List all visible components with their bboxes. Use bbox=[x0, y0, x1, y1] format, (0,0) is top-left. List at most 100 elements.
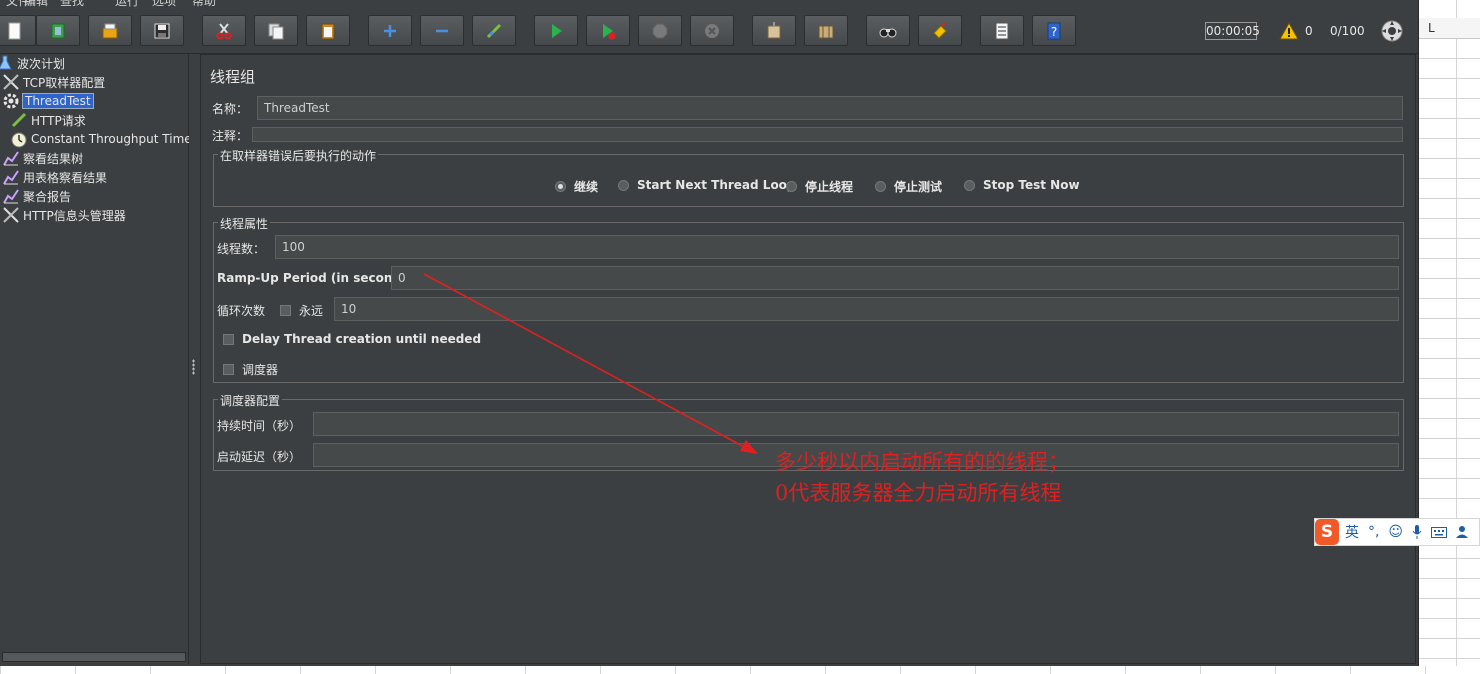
scheduler-checkbox[interactable]: 调度器 bbox=[223, 361, 278, 378]
elapsed-timer: 00:00:05 bbox=[1205, 22, 1260, 40]
microphone-icon[interactable] bbox=[1412, 525, 1422, 539]
spreadsheet-background bbox=[1418, 0, 1480, 674]
radio-stop-test-now[interactable]: Stop Test Now bbox=[964, 178, 1080, 192]
tree-item-header-manager[interactable]: HTTP信息头管理器 bbox=[2, 206, 126, 224]
tree-item-view-results-table[interactable]: 用表格察看结果 bbox=[2, 168, 107, 186]
play-icon bbox=[552, 23, 562, 38]
comment-label: 注释： bbox=[212, 129, 249, 143]
loop-label: 循环次数 bbox=[217, 304, 266, 318]
paste-button[interactable] bbox=[306, 15, 350, 46]
radio-dot bbox=[964, 179, 975, 191]
user-settings-icon[interactable] bbox=[1456, 525, 1470, 539]
config-tool-icon bbox=[2, 73, 20, 91]
templates-button[interactable] bbox=[36, 15, 80, 46]
listener-icon bbox=[2, 168, 20, 186]
save-button[interactable] bbox=[140, 15, 184, 46]
clear-button[interactable] bbox=[752, 15, 796, 46]
tree-item-label: 聚合报告 bbox=[23, 189, 72, 204]
plus-icon bbox=[384, 24, 396, 37]
rampup-input[interactable] bbox=[391, 266, 1399, 290]
paste-icon bbox=[321, 23, 335, 39]
tree-item-label: 察看结果树 bbox=[23, 151, 84, 166]
tree-item-test-plan[interactable]: 波次计划 bbox=[0, 54, 65, 72]
ime-mode[interactable]: 英 bbox=[1345, 522, 1359, 542]
timer-icon bbox=[10, 130, 28, 148]
warning-icon bbox=[1279, 22, 1299, 40]
punctuation-icon[interactable]: °, bbox=[1368, 524, 1379, 540]
tree-item-label: HTTP请求 bbox=[31, 113, 86, 128]
collapse-button[interactable] bbox=[420, 15, 464, 46]
page-title: 线程组 bbox=[210, 68, 256, 86]
menu-help[interactable]: 帮助 bbox=[192, 0, 216, 8]
comment-input[interactable] bbox=[252, 127, 1403, 142]
radio-label: Stop Test Now bbox=[983, 178, 1080, 192]
tree-item-label: TCP取样器配置 bbox=[23, 75, 106, 90]
warning-count: 0 bbox=[1305, 24, 1313, 38]
tree-item-label: Constant Throughput Timer bbox=[31, 132, 197, 146]
split-pane-divider[interactable] bbox=[189, 54, 199, 664]
radio-stop-thread[interactable]: 停止线程 bbox=[786, 178, 853, 195]
name-input[interactable] bbox=[257, 96, 1403, 120]
pipette-icon bbox=[10, 111, 28, 129]
stop-button[interactable] bbox=[638, 15, 682, 46]
reset-search-button[interactable] bbox=[918, 15, 962, 46]
thread-group-panel: 线程组 名称： 注释： 在取样器错误后要执行的动作 继续 Start Next … bbox=[200, 54, 1416, 664]
duration-input[interactable] bbox=[313, 412, 1399, 436]
loop-count-input[interactable] bbox=[334, 297, 1399, 321]
radio-dot bbox=[555, 181, 566, 192]
radio-dot bbox=[618, 179, 629, 191]
jmeter-window: 文件 编辑 查找 运行 选项 帮助 ? 00:00:05 0 0/100 波次计… bbox=[0, 0, 1419, 666]
toggle-button[interactable] bbox=[472, 15, 516, 46]
keyboard-icon[interactable] bbox=[1431, 526, 1447, 538]
rampup-label: Ramp-Up Period (in seconds): bbox=[217, 271, 419, 285]
shutdown-button[interactable] bbox=[690, 15, 734, 46]
search-button[interactable] bbox=[866, 15, 910, 46]
ime-toolbar[interactable]: S 英 °, ☺ bbox=[1314, 518, 1480, 546]
start-button[interactable] bbox=[534, 15, 578, 46]
clear-all-button[interactable] bbox=[804, 15, 848, 46]
open-button[interactable] bbox=[88, 15, 132, 46]
checkbox-box bbox=[223, 364, 234, 375]
threads-input[interactable] bbox=[275, 235, 1399, 259]
svg-text:?: ? bbox=[1051, 25, 1057, 39]
toolbar: ? 00:00:05 0 0/100 bbox=[0, 8, 1418, 54]
radio-start-next-loop[interactable]: Start Next Thread Loop bbox=[618, 178, 796, 192]
tree-item-thread-group[interactable]: ThreadTest bbox=[2, 92, 94, 110]
menu-edit[interactable]: 编辑 bbox=[24, 0, 48, 8]
start-no-pauses-button[interactable] bbox=[586, 15, 630, 46]
divider-grip bbox=[192, 359, 195, 375]
cut-button[interactable] bbox=[202, 15, 246, 46]
name-label: 名称： bbox=[212, 102, 249, 116]
broom-icon bbox=[767, 21, 781, 38]
list-icon bbox=[995, 22, 1009, 39]
menu-search[interactable]: 查找 bbox=[60, 0, 84, 8]
minus-icon bbox=[436, 29, 448, 32]
radio-dot bbox=[786, 181, 797, 192]
tree-item-view-results-tree[interactable]: 察看结果树 bbox=[2, 149, 83, 167]
spreadsheet-column-header: L bbox=[1418, 18, 1480, 39]
radio-stop-test[interactable]: 停止测试 bbox=[875, 178, 942, 195]
function-helper-button[interactable] bbox=[980, 15, 1024, 46]
tree-horizontal-scrollbar[interactable] bbox=[2, 652, 186, 662]
remote-engine-icon[interactable] bbox=[1381, 20, 1403, 42]
tree-item-tcp-config[interactable]: TCP取样器配置 bbox=[2, 73, 105, 91]
forever-checkbox[interactable]: 永远 bbox=[280, 302, 323, 319]
tree-item-http-request[interactable]: HTTP请求 bbox=[10, 111, 86, 129]
tree-item-throughput-timer[interactable]: Constant Throughput Timer bbox=[10, 130, 197, 148]
copy-button[interactable] bbox=[254, 15, 298, 46]
radio-label: 停止测试 bbox=[894, 180, 943, 194]
checkbox-label: 调度器 bbox=[242, 363, 279, 377]
tree-item-aggregate-report[interactable]: 聚合报告 bbox=[2, 187, 71, 205]
radio-label: 停止线程 bbox=[805, 180, 854, 194]
menu-options[interactable]: 选项 bbox=[152, 0, 176, 8]
radio-continue[interactable]: 继续 bbox=[555, 178, 598, 195]
menu-run[interactable]: 运行 bbox=[115, 0, 139, 8]
help-button[interactable]: ? bbox=[1032, 15, 1076, 46]
new-button[interactable] bbox=[0, 15, 36, 46]
emoji-icon[interactable]: ☺ bbox=[1388, 524, 1403, 540]
expand-button[interactable] bbox=[368, 15, 412, 46]
delay-thread-creation-checkbox[interactable]: Delay Thread creation until needed bbox=[223, 332, 481, 346]
gear-icon bbox=[2, 92, 20, 110]
error-indicator[interactable]: 0 bbox=[1279, 21, 1313, 41]
spreadsheet-bottom-strip bbox=[0, 666, 1480, 674]
